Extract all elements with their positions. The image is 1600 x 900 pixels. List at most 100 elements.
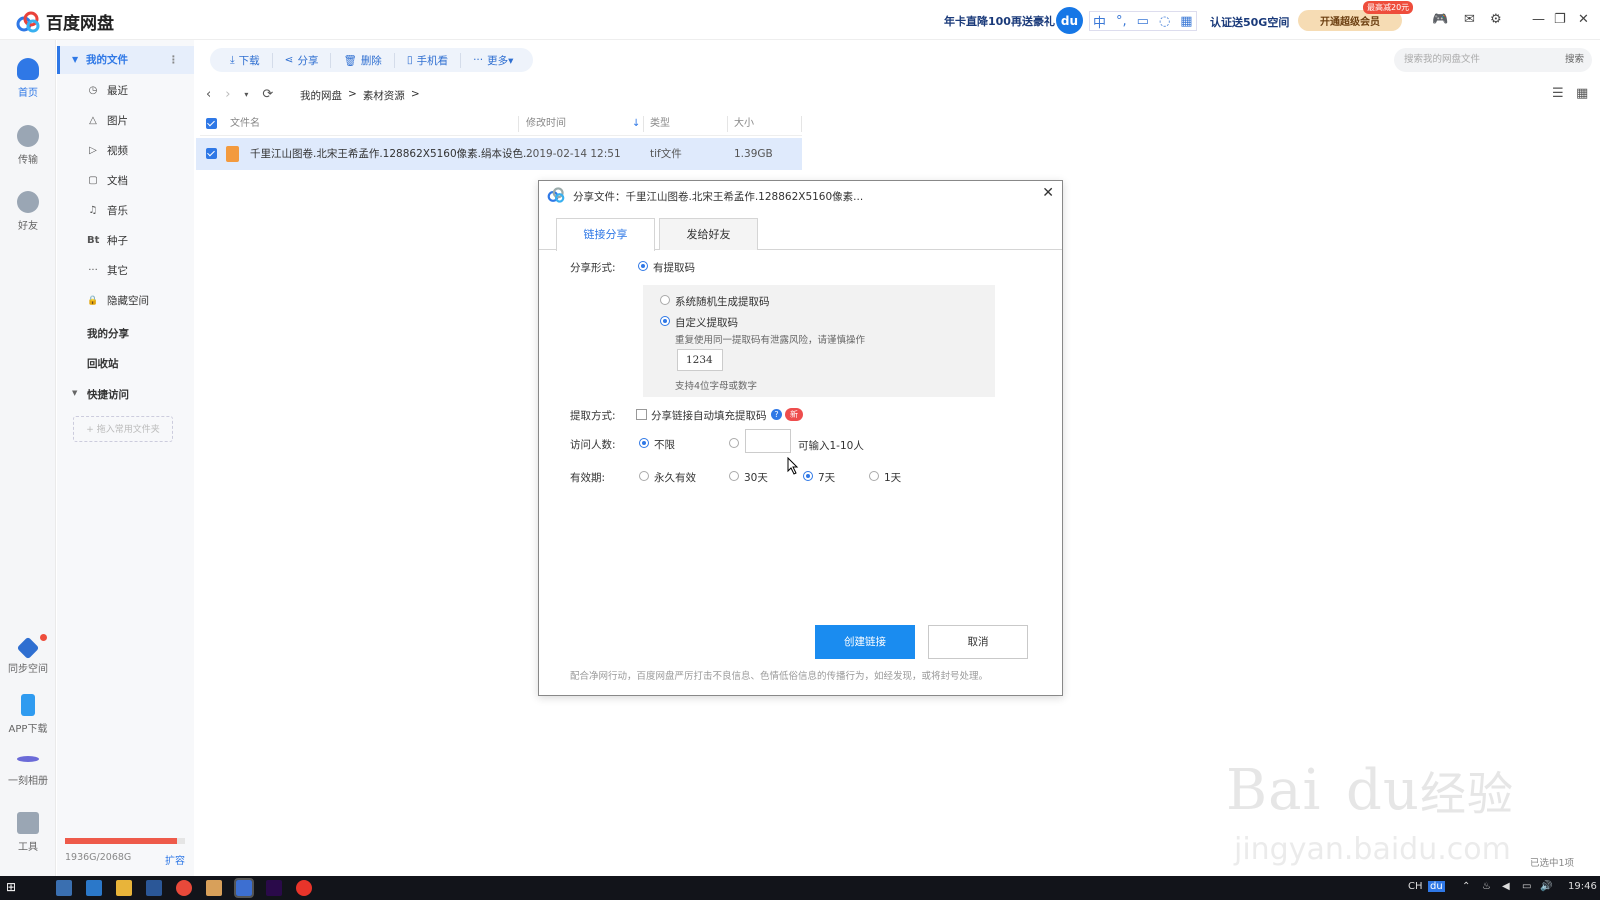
clock-time[interactable]: 19:46 [1568, 881, 1597, 892]
column-divider[interactable] [801, 116, 802, 132]
taskbar-app-icon[interactable] [206, 880, 222, 896]
ime-chinese-icon[interactable]: 中 [1093, 12, 1106, 31]
sidebar-my-files[interactable]: ▼ 我的文件 ⋮ [57, 46, 194, 74]
grid-view-icon[interactable]: ▦ [1576, 86, 1588, 101]
refresh-icon[interactable]: ⟳ [262, 87, 273, 102]
breadcrumb-root[interactable]: 我的网盘 [300, 88, 342, 103]
breadcrumb-folder[interactable]: 素材资源 [363, 88, 405, 103]
share-button[interactable]: ⋖ 分享 [273, 52, 332, 68]
custom-code-input[interactable]: 1234 [677, 349, 723, 371]
game-icon[interactable]: 🎮 [1432, 12, 1448, 27]
restore-icon[interactable]: ❐ [1554, 12, 1566, 27]
sidebar-item-videos[interactable]: ▷ 视频 [87, 141, 128, 161]
tray-expand-icon[interactable]: ⌃ [1462, 881, 1470, 892]
back-arrow-icon[interactable]: ‹ [206, 87, 211, 102]
help-question-icon[interactable]: ? [771, 409, 782, 420]
custom-code-radio[interactable] [660, 316, 670, 326]
du-tray-icon[interactable]: du [1428, 881, 1445, 892]
baidu-netdisk-taskbar-icon[interactable] [234, 878, 254, 898]
sidebar-quick-access[interactable]: 快捷访问 [87, 387, 129, 402]
column-divider[interactable] [643, 116, 644, 132]
settings-gear-icon[interactable]: ⚙ [1490, 12, 1502, 27]
word-icon[interactable] [146, 880, 162, 896]
sidebar-item-torrents[interactable]: Bt 种子 [87, 231, 128, 251]
validity-30d-radio[interactable] [729, 471, 739, 481]
delete-button[interactable]: 🗑 删除 [331, 52, 395, 68]
file-explorer-icon[interactable] [116, 880, 132, 896]
more-vertical-icon[interactable]: ⋮ [168, 46, 179, 74]
promo-link[interactable]: 年卡直降100再送豪礼 [944, 13, 1055, 29]
ime-keyboard-icon[interactable]: ▭ [1137, 14, 1149, 29]
volume-icon[interactable]: 🔊 [1540, 881, 1552, 892]
sidebar-item-music[interactable]: ♫ 音乐 [87, 201, 128, 221]
rail-app-download[interactable]: APP下载 [0, 694, 56, 735]
tray-network-icon[interactable]: ▭ [1522, 881, 1531, 892]
ime-grid-icon[interactable]: ▦ [1180, 14, 1192, 29]
download-button[interactable]: ⤓ 下载 [218, 52, 273, 68]
rail-sync[interactable]: 同步空间 [0, 636, 56, 675]
cancel-button[interactable]: 取消 [928, 625, 1028, 659]
rail-transfer[interactable]: 传输 [0, 125, 56, 166]
sidebar-recycle-bin[interactable]: 回收站 [87, 356, 119, 371]
validity-1d-radio[interactable] [869, 471, 879, 481]
column-size[interactable]: 大小 [734, 112, 754, 136]
validity-7d-radio[interactable] [803, 471, 813, 481]
tray-app-icon[interactable]: ◀ [1502, 881, 1510, 892]
sidebar-item-other[interactable]: ··· 其它 [87, 261, 128, 281]
tray-app-icon[interactable]: ♨ [1482, 881, 1491, 892]
ime-toolbar[interactable]: 中 °, ▭ ◌ ▦ [1089, 11, 1197, 31]
close-icon[interactable]: ✕ [1042, 185, 1054, 201]
rail-album[interactable]: 一刻相册 [0, 748, 56, 787]
ime-punct-icon[interactable]: °, [1116, 14, 1127, 29]
taskbar-app-icon[interactable] [86, 880, 102, 896]
expand-storage-link[interactable]: 扩容 [165, 852, 185, 867]
forward-arrow-icon[interactable]: › [225, 87, 230, 102]
mail-icon[interactable]: ✉ [1464, 12, 1475, 27]
column-modified[interactable]: 修改时间 [526, 112, 566, 136]
certify-link[interactable]: 认证送50G空间 [1210, 14, 1289, 30]
minimize-icon[interactable]: — [1532, 12, 1545, 27]
column-divider[interactable] [727, 116, 728, 132]
sort-icon[interactable]: ☰ [1552, 86, 1564, 101]
sidebar-my-share[interactable]: 我的分享 [87, 326, 129, 341]
language-indicator[interactable]: CH [1408, 881, 1423, 892]
sidebar-item-documents[interactable]: ▢ 文档 [87, 171, 128, 191]
windows-start-icon[interactable]: ⊞ [6, 880, 22, 896]
visitors-limit-radio[interactable] [729, 438, 739, 448]
tab-send-friend[interactable]: 发给好友 [659, 218, 758, 250]
row-checkbox[interactable] [206, 148, 217, 162]
create-link-button[interactable]: 创建链接 [815, 625, 915, 659]
du-ime-icon[interactable]: du [1056, 7, 1083, 34]
search-button[interactable]: 搜索 [1565, 48, 1584, 72]
column-name[interactable]: 文件名 [230, 112, 260, 136]
sidebar-item-hidden-space[interactable]: 🔒 隐藏空间 [87, 291, 149, 311]
share-form-radio[interactable] [638, 261, 648, 271]
validity-forever-radio[interactable] [639, 471, 649, 481]
rail-friends[interactable]: 好友 [0, 191, 56, 232]
random-code-radio[interactable] [660, 295, 670, 305]
weibo-icon[interactable] [296, 880, 312, 896]
visitors-count-input[interactable] [745, 429, 791, 453]
ime-user-icon[interactable]: ◌ [1159, 14, 1170, 29]
taskbar-app-icon[interactable] [56, 880, 72, 896]
add-quick-folder[interactable]: + 拖入常用文件夹 [73, 416, 173, 442]
table-row[interactable]: 千里江山图卷.北宋王希孟作.128862X5160像素.绢本设色... 2019… [196, 138, 802, 170]
select-all-checkbox[interactable] [206, 118, 217, 129]
visitors-unlimited-radio[interactable] [639, 438, 649, 448]
sort-desc-icon[interactable]: ↓ [632, 112, 640, 136]
rail-home[interactable]: 首页 [0, 58, 56, 99]
column-type[interactable]: 类型 [650, 112, 670, 136]
phone-view-button[interactable]: ▯ 手机看 [395, 52, 462, 68]
history-dropdown-icon[interactable]: ▾ [244, 90, 248, 99]
premiere-icon[interactable] [266, 880, 282, 896]
close-window-icon[interactable]: ✕ [1578, 12, 1589, 27]
tab-link-share[interactable]: 链接分享 [556, 218, 655, 251]
rail-tools[interactable]: 工具 [0, 812, 56, 853]
autofill-checkbox[interactable] [636, 409, 647, 420]
sidebar-item-recent[interactable]: ◷ 最近 [87, 81, 128, 101]
file-name[interactable]: 千里江山图卷.北宋王希孟作.128862X5160像素.绢本设色... [250, 138, 533, 170]
chrome-icon[interactable] [176, 880, 192, 896]
column-divider[interactable] [518, 116, 519, 132]
search-input[interactable]: 搜索我的网盘文件 搜索 [1394, 48, 1592, 72]
sidebar-item-images[interactable]: △ 图片 [87, 111, 128, 131]
